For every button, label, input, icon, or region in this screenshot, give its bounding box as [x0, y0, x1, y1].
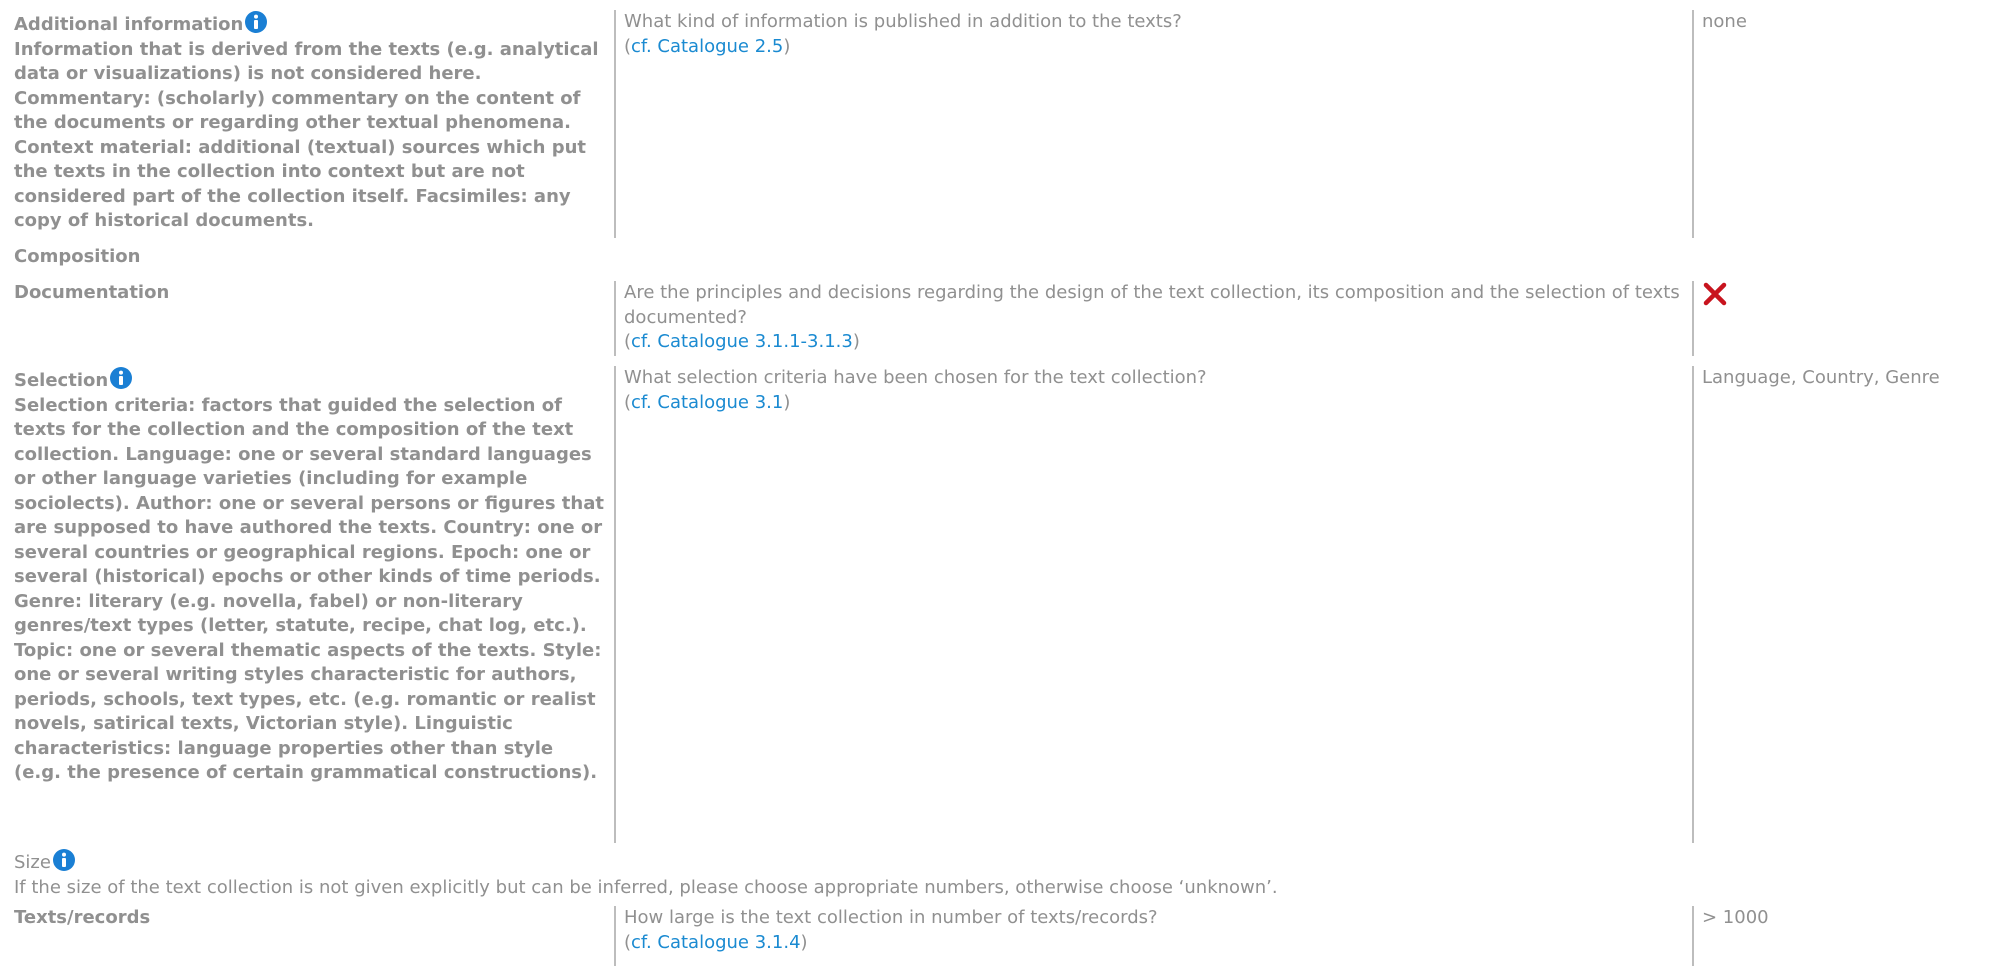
field-title: Texts/records: [14, 907, 151, 928]
catalogue-link[interactable]: cf. Catalogue 3.1.1-3.1.3: [631, 331, 853, 352]
answer-cell: Language, Country, Genre: [1692, 366, 2002, 843]
label-cell: Texts/records: [14, 906, 604, 931]
ref-close: ): [783, 35, 791, 57]
ref-open: (: [624, 391, 632, 413]
answer-cell: > 1000: [1692, 906, 2002, 966]
row-additional-information: Additional information Information that …: [0, 10, 2006, 238]
row-texts-records: Texts/records How large is the text coll…: [0, 906, 2006, 966]
answer-value: none: [1702, 11, 1747, 32]
catalogue-link[interactable]: cf. Catalogue 3.1.4: [631, 932, 801, 953]
field-title: Selection: [14, 370, 109, 391]
section-composition: Composition: [14, 246, 141, 267]
question-cell: What selection criteria have been chosen…: [614, 366, 1692, 843]
label-cell: Documentation: [14, 281, 604, 306]
group-description: If the size of the text collection is no…: [14, 876, 1278, 898]
question-cell: How large is the text collection in numb…: [614, 906, 1692, 966]
question-text: How large is the text collection in numb…: [624, 907, 1158, 928]
catalogue-link[interactable]: cf. Catalogue 3.1: [631, 392, 783, 413]
label-cell: Additional information Information that …: [14, 10, 604, 234]
question-cell: What kind of information is published in…: [614, 10, 1692, 238]
question-text: What selection criteria have been chosen…: [624, 367, 1207, 388]
field-title: Documentation: [14, 282, 170, 303]
answer-value: Language, Country, Genre: [1702, 367, 1940, 388]
answer-cell: none: [1692, 10, 2002, 238]
ref-open: (: [624, 35, 632, 57]
info-icon[interactable]: [52, 848, 76, 872]
row-selection: Selection Selection criteria: factors th…: [0, 366, 2006, 843]
question-cell: Are the principles and decisions regardi…: [614, 281, 1692, 356]
answer-value: > 1000: [1702, 907, 1769, 928]
ref-open: (: [624, 331, 632, 352]
ref-close: ): [783, 391, 791, 413]
red-cross-icon: [1702, 281, 1728, 307]
catalogue-link[interactable]: cf. Catalogue 2.5: [631, 36, 783, 57]
field-description: Selection criteria: factors that guided …: [14, 394, 604, 784]
question-text: Are the principles and decisions regardi…: [624, 282, 1680, 328]
info-icon[interactable]: [244, 10, 268, 34]
size-heading: Size If the size of the text collection …: [14, 848, 2004, 900]
field-description: Information that is derived from the tex…: [14, 38, 599, 232]
ref-close: ): [800, 931, 808, 953]
ref-close: ): [852, 331, 860, 352]
ref-open: (: [624, 931, 632, 953]
info-icon[interactable]: [109, 366, 133, 390]
group-size: Size If the size of the text collection …: [0, 848, 2006, 898]
label-cell: Selection Selection criteria: factors th…: [14, 366, 604, 786]
question-text: What kind of information is published in…: [624, 11, 1182, 32]
answer-cell: [1692, 281, 2002, 356]
field-title: Additional information: [14, 14, 244, 35]
group-title: Size: [14, 852, 51, 873]
row-documentation: Documentation Are the principles and dec…: [0, 281, 2006, 356]
